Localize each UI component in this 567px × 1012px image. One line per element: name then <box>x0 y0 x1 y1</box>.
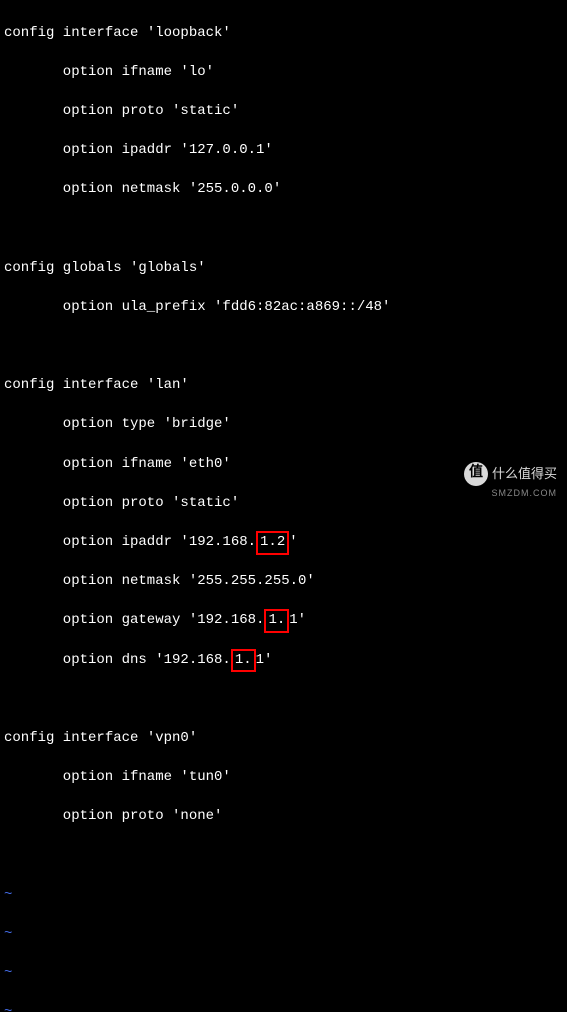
opt-suffix: ' <box>289 534 297 550</box>
vim-tilde: ~ <box>4 1003 563 1012</box>
config-option: option ula_prefix 'fdd6:82ac:a869::/48' <box>4 298 563 318</box>
config-option: option netmask '255.255.255.0' <box>4 572 563 592</box>
config-option-ipaddr: option ipaddr '192.168.1.2' <box>4 533 563 553</box>
watermark-subtext: SMZDM.COM <box>492 487 558 500</box>
highlight-dns: 1. <box>231 649 256 673</box>
config-option: option netmask '255.0.0.0' <box>4 180 563 200</box>
opt-suffix: 1' <box>289 612 306 628</box>
config-option: option proto 'none' <box>4 807 563 827</box>
highlight-gateway: 1. <box>264 609 289 633</box>
config-header: config interface 'lan' <box>4 376 563 396</box>
blank-line <box>4 847 563 867</box>
config-option: option ipaddr '127.0.0.1' <box>4 141 563 161</box>
vim-tilde: ~ <box>4 925 563 945</box>
config-header: config interface 'loopback' <box>4 24 563 44</box>
config-option-gateway: option gateway '192.168.1.1' <box>4 611 563 631</box>
watermark-logo-icon: 值 <box>464 462 488 486</box>
opt-prefix: option gateway '192.168. <box>63 612 265 628</box>
config-option: option ifname 'lo' <box>4 63 563 83</box>
config-option: option ifname 'tun0' <box>4 768 563 788</box>
opt-prefix: option dns '192.168. <box>63 652 231 668</box>
blank-line <box>4 220 563 240</box>
watermark-text: 什么值得买 <box>492 465 557 483</box>
vim-tilde: ~ <box>4 886 563 906</box>
config-option: option proto 'static' <box>4 102 563 122</box>
terminal-output: config interface 'loopback' option ifnam… <box>4 4 563 1012</box>
config-header: config interface 'vpn0' <box>4 729 563 749</box>
config-option: option type 'bridge' <box>4 415 563 435</box>
watermark: 值 什么值得买 <box>464 462 557 486</box>
config-option-dns: option dns '192.168.1.1' <box>4 651 563 671</box>
config-option: option proto 'static' <box>4 494 563 514</box>
highlight-ipaddr: 1.2 <box>256 531 289 555</box>
blank-line <box>4 337 563 357</box>
opt-prefix: option ipaddr '192.168. <box>63 534 256 550</box>
config-header: config globals 'globals' <box>4 259 563 279</box>
blank-line <box>4 690 563 710</box>
vim-tilde: ~ <box>4 964 563 984</box>
opt-suffix: 1' <box>256 652 273 668</box>
